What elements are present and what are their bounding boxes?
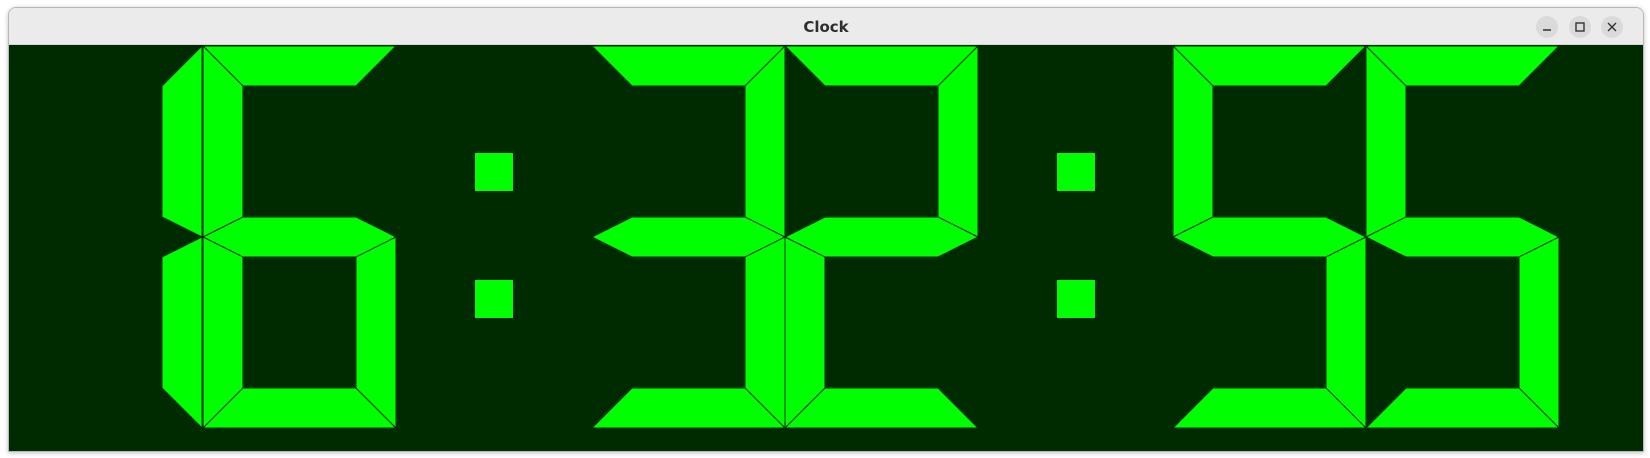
seven-segment-clock	[161, 45, 1561, 430]
close-button[interactable]	[1601, 16, 1623, 38]
colon-dot-top	[1057, 153, 1095, 191]
colon-dot-top	[475, 153, 513, 191]
digit-0-1	[161, 45, 203, 430]
digit-6-5	[1171, 45, 1368, 430]
colon-1	[1057, 153, 1095, 318]
close-icon	[1607, 22, 1617, 32]
title-bar[interactable]: Clock	[9, 8, 1643, 45]
digit-1-6	[201, 45, 398, 430]
clock-display	[9, 45, 1643, 451]
colon-dot-bottom	[1057, 280, 1095, 318]
digit-4-2	[783, 45, 980, 430]
minimize-icon	[1543, 29, 1551, 31]
digit-3-3	[590, 45, 787, 430]
maximize-button[interactable]	[1569, 16, 1591, 38]
window-title: Clock	[803, 18, 849, 36]
colon-dot-bottom	[475, 280, 513, 318]
minimize-button[interactable]	[1536, 16, 1558, 38]
digit-7-5	[1364, 45, 1561, 430]
colon-0	[475, 153, 513, 318]
segment-c	[161, 236, 203, 430]
segment-b	[161, 45, 203, 238]
clock-window: Clock	[8, 7, 1644, 452]
maximize-icon	[1575, 22, 1585, 32]
